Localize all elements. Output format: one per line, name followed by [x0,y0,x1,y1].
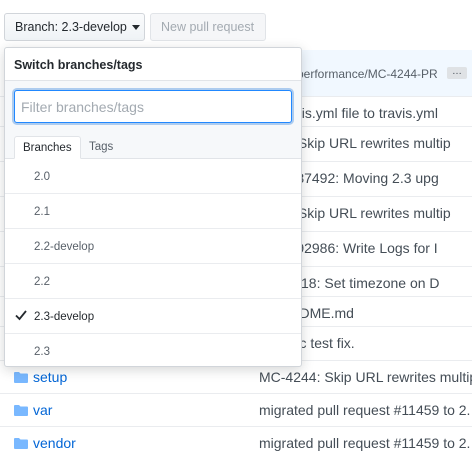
tab-branches[interactable]: Branches [14,136,81,159]
file-row: var migrated pull request #11459 to 2. [0,393,472,426]
branch-item[interactable]: 2.2-develop [5,229,301,264]
file-name-link[interactable]: vendor [33,435,76,451]
branch-select-button[interactable]: Branch: 2.3-develop [4,13,145,41]
folder-icon [14,372,28,383]
branch-item-label: 2.3-develop [34,311,95,323]
new-pull-request-label: New pull request [161,20,255,34]
branch-item-label: 2.3 [34,346,50,358]
branch-dropdown: Switch branches/tags Branches Tags 2.02.… [4,47,302,367]
branch-item-label: 2.0 [34,171,50,183]
file-row: vendor migrated pull request #11459 to 2. [0,426,472,459]
branch-select-label: Branch: 2.3-develop [15,20,127,34]
caret-down-icon [131,25,140,31]
branch-item[interactable]: 2.3-develop [5,299,301,334]
branch-list: 2.0 2.1 2.2-develop 2.2 2.3-develop 2.3 [5,159,301,366]
dropdown-title: Switch branches/tags [14,58,143,72]
branch-item[interactable]: 2.0 [5,159,301,194]
branch-tag-tabs: Branches Tags [5,127,301,159]
branch-item-label: 2.1 [34,206,50,218]
branch-item[interactable]: 2.2 [5,264,301,299]
new-pull-request-button[interactable]: New pull request [150,13,266,41]
branch-filter-input[interactable] [14,90,292,123]
branch-item-label: 2.2-develop [34,241,95,253]
filter-area [5,81,301,127]
expand-commit-button[interactable]: … [447,67,467,79]
commit-message-link[interactable]: MC-4244: Skip URL rewrites multip [259,369,472,385]
folder-icon [14,405,28,416]
branch-item-label: 2.2 [34,276,50,288]
dropdown-header: Switch branches/tags [5,48,301,81]
folder-icon [14,438,28,449]
tab-tags[interactable]: Tags [81,136,121,159]
branch-item[interactable]: 2.1 [5,194,301,229]
file-name-link[interactable]: var [33,402,52,418]
check-icon [15,310,27,321]
branch-item[interactable]: 2.3 [5,334,301,366]
commit-branch-link[interactable]: performance/MC-4244-PR [297,67,438,81]
commit-message-link[interactable]: migrated pull request #11459 to 2. [259,435,470,451]
commit-message-link[interactable]: migrated pull request #11459 to 2. [259,402,470,418]
file-name-link[interactable]: setup [33,369,67,385]
